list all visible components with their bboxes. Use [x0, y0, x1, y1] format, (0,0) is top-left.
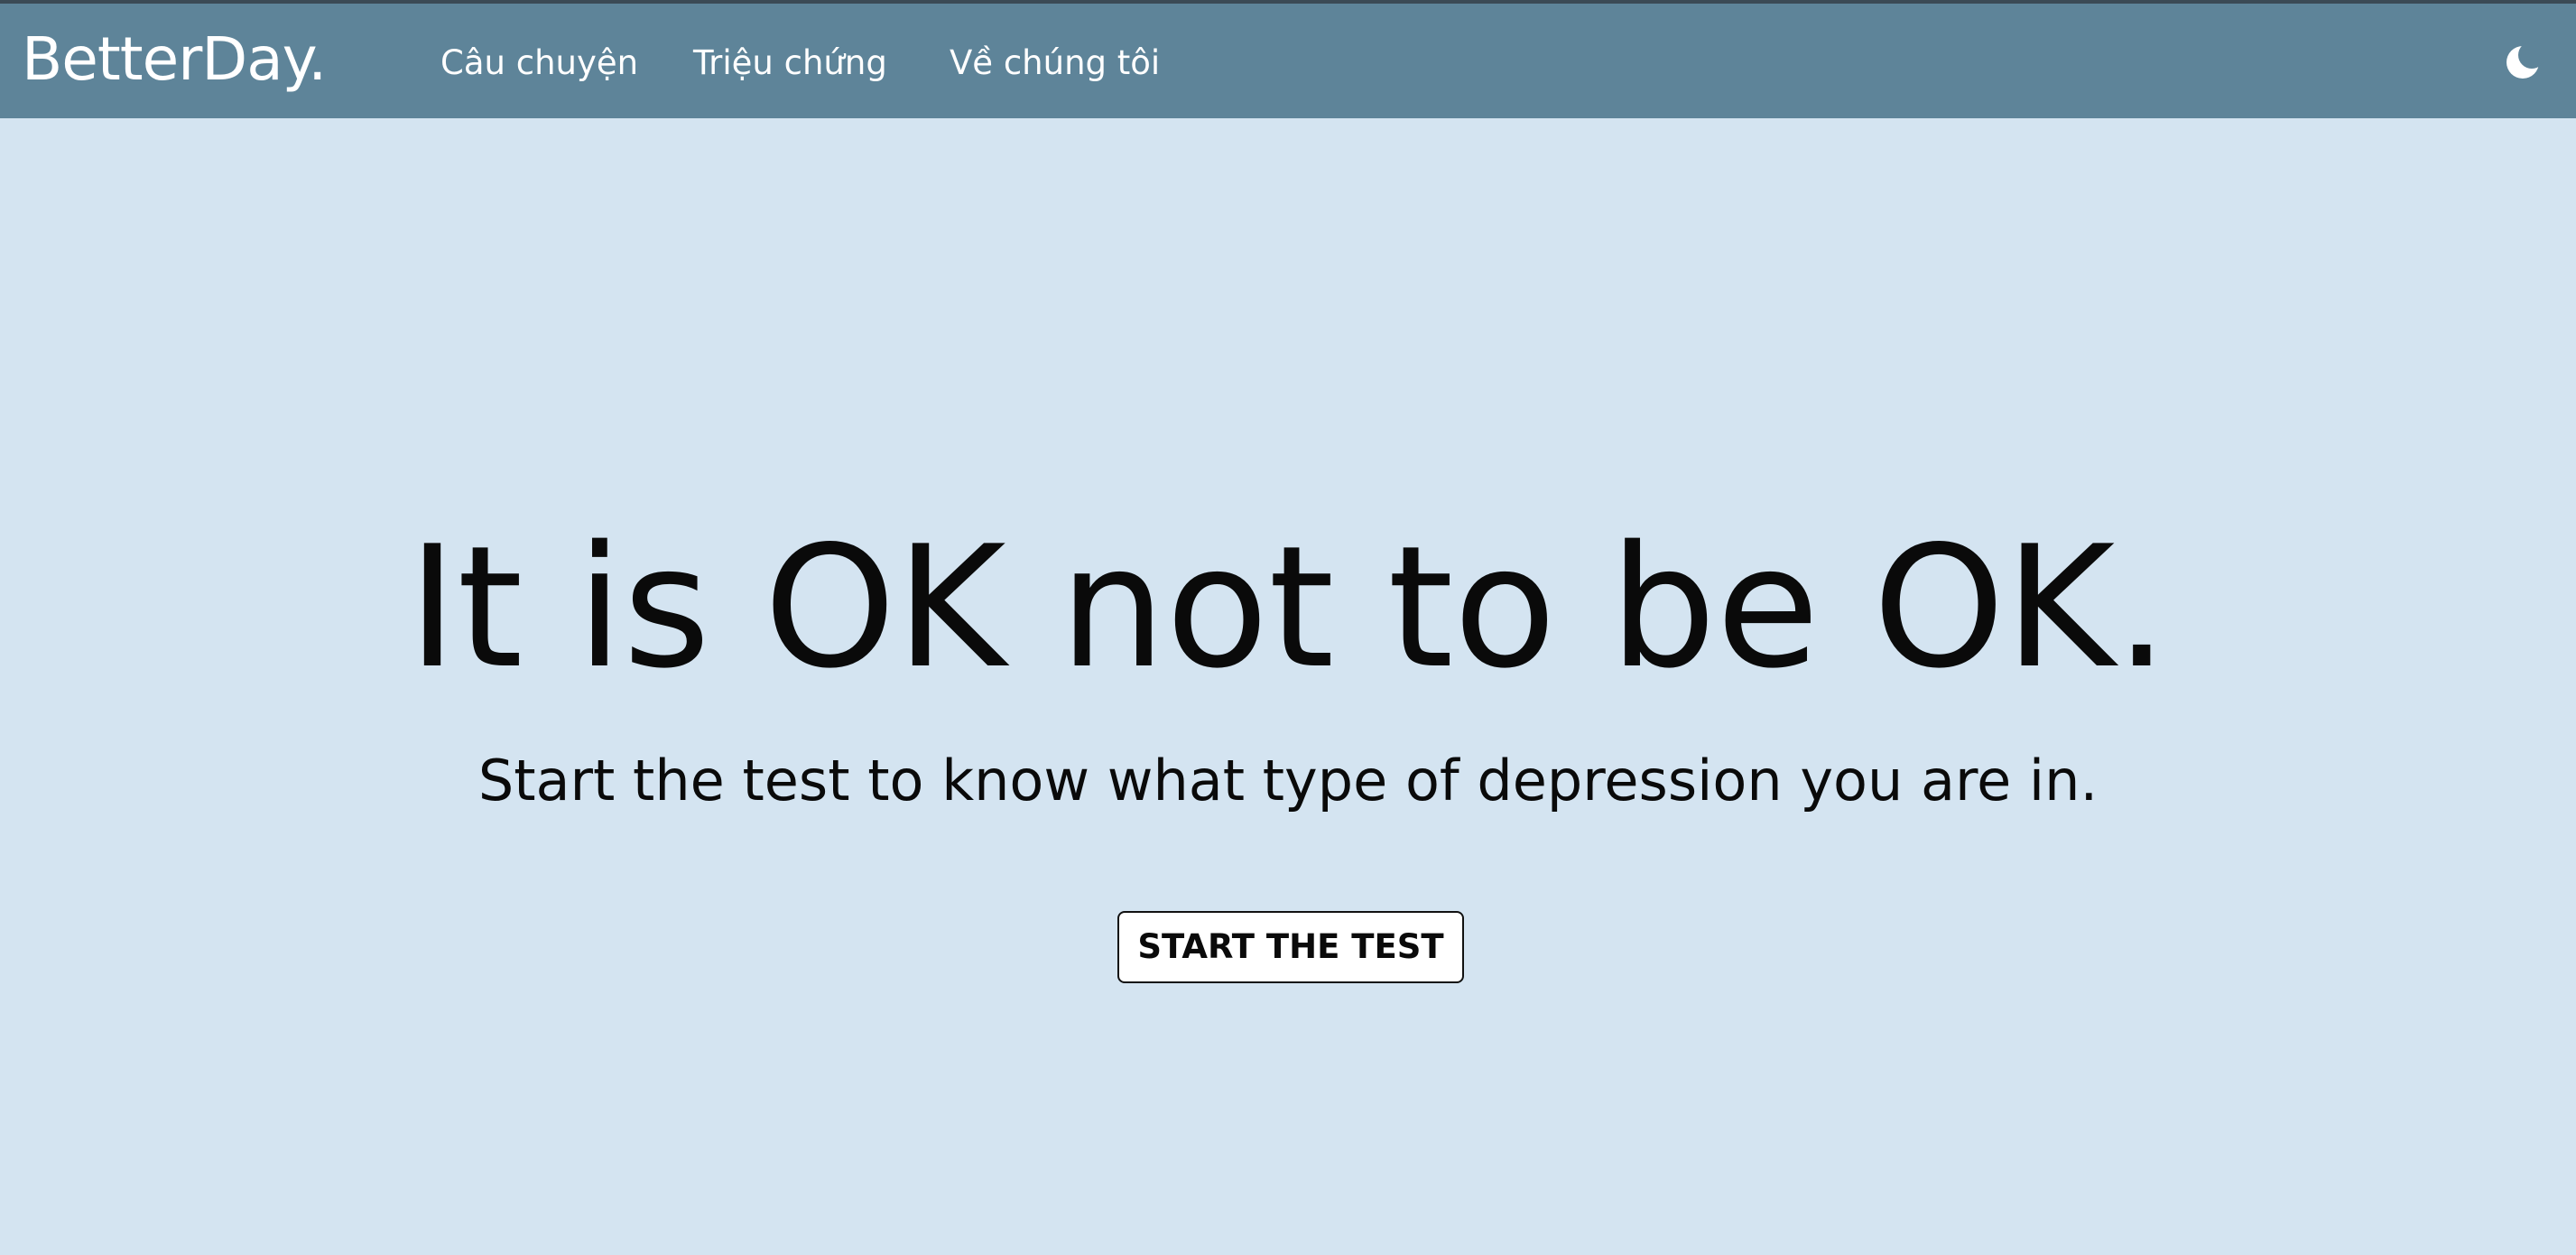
moon-icon — [2507, 42, 2545, 79]
nav-link-trieu-chung[interactable]: Triệu chứng — [693, 43, 887, 83]
top-navbar: BetterDay. Câu chuyện Triệu chứng Về chú… — [0, 0, 2576, 118]
nav-link-ve-chung-toi[interactable]: Về chúng tôi — [950, 43, 1160, 83]
nav-link-cau-chuyen[interactable]: Câu chuyện — [440, 43, 638, 83]
hero-title: It is OK not to be OK. — [407, 509, 2169, 705]
hero-subtitle: Start the test to know what type of depr… — [477, 748, 2099, 813]
start-test-button[interactable]: START THE TEST — [1117, 911, 1464, 983]
brand-logo[interactable]: BetterDay. — [22, 23, 327, 96]
theme-toggle-button[interactable] — [2502, 42, 2545, 83]
